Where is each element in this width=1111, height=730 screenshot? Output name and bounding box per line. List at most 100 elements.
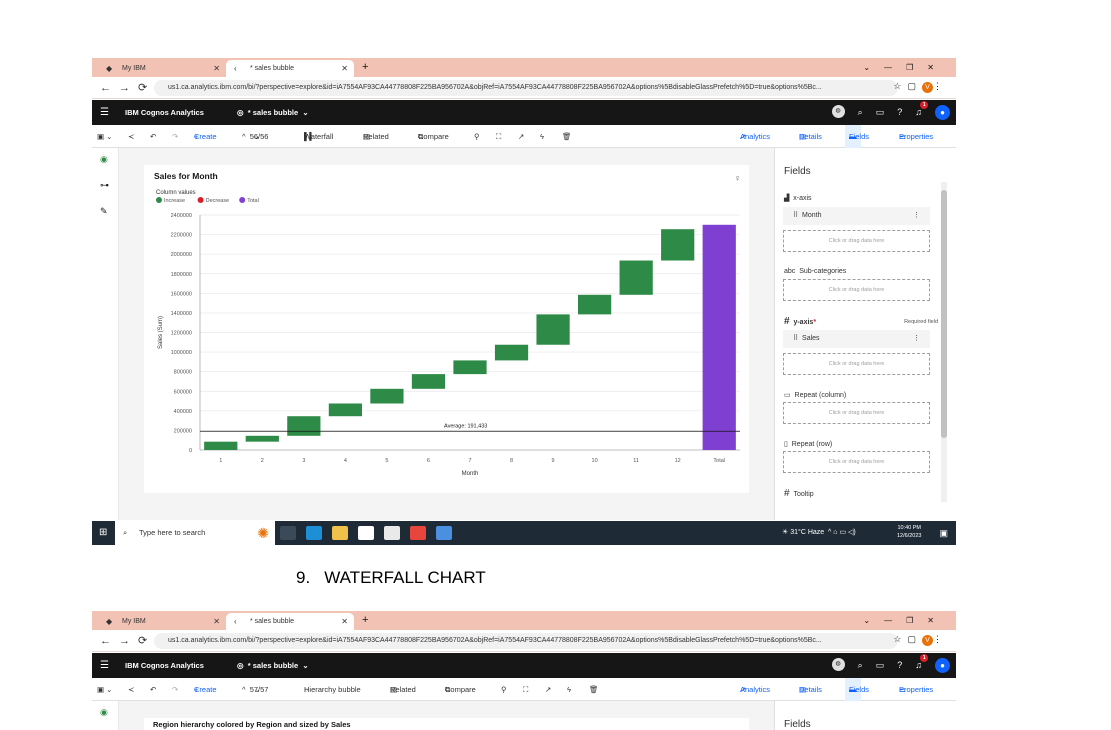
- insight-icon[interactable]: ϟ: [540, 125, 544, 148]
- pin-panel-icon[interactable]: ✎: [100, 206, 108, 217]
- browser-actions[interactable]: ☆▢ V ⋮: [893, 81, 948, 93]
- yaxis-field-pill[interactable]: ⠿ Sales ⋮: [783, 330, 930, 348]
- save-icon[interactable]: ▣ ⌄: [97, 125, 112, 148]
- relationships-icon[interactable]: ⊶: [100, 180, 109, 191]
- help-icon[interactable]: ?: [897, 658, 902, 673]
- compare-button[interactable]: Compare ⧉: [418, 125, 449, 148]
- close-tab-icon[interactable]: ✕: [213, 60, 220, 77]
- page-nav[interactable]: ^ 57/57 ⌄: [242, 678, 268, 701]
- more-options-icon[interactable]: ⋮: [913, 207, 920, 225]
- save-icon[interactable]: ▣ ⌄: [97, 678, 112, 701]
- page-nav[interactable]: ^ 56/56 ⌄: [242, 125, 268, 148]
- required-marker: *: [813, 319, 817, 326]
- new-tab-icon[interactable]: +: [362, 58, 368, 77]
- share-icon[interactable]: ≺: [128, 678, 134, 701]
- related-button[interactable]: Related ▤: [390, 678, 416, 701]
- assistant-icon[interactable]: ◍: [831, 658, 845, 671]
- tab-analytics[interactable]: Analytics ↗: [740, 678, 770, 701]
- profile-avatar[interactable]: V: [922, 82, 933, 93]
- pin-icon[interactable]: ⚲: [501, 678, 507, 701]
- help-icon[interactable]: ?: [897, 105, 902, 120]
- tab-properties[interactable]: Properties ⚌: [899, 125, 933, 148]
- trend-icon[interactable]: ↗: [545, 678, 551, 701]
- delete-icon[interactable]: 🗑: [562, 125, 572, 148]
- insight-icon[interactable]: ϟ: [567, 678, 571, 701]
- task-view-icon[interactable]: [280, 526, 296, 540]
- search-icon[interactable]: ⌕: [858, 658, 863, 673]
- profile-avatar[interactable]: V: [922, 635, 933, 646]
- browser-tab-sales-bubble[interactable]: ‹ * sales bubble ✕: [226, 60, 354, 77]
- browser-tab-myibm[interactable]: ◆ My IBM ✕: [98, 60, 226, 77]
- notifications-icon[interactable]: ♫ 1: [915, 654, 929, 673]
- repeat-row-drop-zone[interactable]: Click or drag data here: [783, 451, 930, 473]
- close-tab-icon[interactable]: ✕: [213, 613, 220, 630]
- tab-details[interactable]: Details ▤: [799, 125, 822, 148]
- data-source-icon[interactable]: ◉: [100, 154, 108, 165]
- browser-actions[interactable]: ☆▢ V ⋮: [893, 634, 948, 646]
- windows-start-icon[interactable]: ⊞: [99, 521, 107, 545]
- create-button[interactable]: Create +: [194, 678, 217, 701]
- expand-icon[interactable]: ⛶: [523, 678, 528, 701]
- scrollbar-thumb[interactable]: [941, 190, 947, 438]
- more-options-icon[interactable]: ⋮: [913, 330, 920, 348]
- chat-icon[interactable]: ▭: [876, 105, 885, 120]
- close-tab-icon[interactable]: ✕: [341, 60, 348, 77]
- store-icon[interactable]: [358, 526, 374, 540]
- user-avatar-icon[interactable]: ●: [935, 658, 950, 673]
- trend-icon[interactable]: ↗: [518, 125, 524, 148]
- create-button[interactable]: Create +: [194, 125, 217, 148]
- system-tray[interactable]: ☀ 31°C Haze ^ ⌂ ▭ ◁): [782, 521, 856, 545]
- browser-tab-sales-bubble[interactable]: ‹ * sales bubble ✕: [226, 613, 354, 630]
- tab-fields[interactable]: Fields ▬: [845, 125, 869, 148]
- tab-fields[interactable]: Fields ▬: [845, 678, 869, 701]
- user-avatar-icon[interactable]: ●: [935, 105, 950, 120]
- file-explorer-icon[interactable]: [332, 526, 348, 540]
- clock[interactable]: 10:40 PM 12/6/2023: [897, 524, 921, 540]
- window-controls[interactable]: ⌄—❐✕: [863, 611, 948, 630]
- viz-type-button[interactable]: Waterfall ▌▍: [304, 125, 333, 148]
- browser-tab-myibm[interactable]: ◆ My IBM ✕: [98, 613, 226, 630]
- menu-icon[interactable]: ☰: [100, 653, 109, 678]
- tab-properties[interactable]: Properties ⚌: [899, 678, 933, 701]
- xaxis-field-pill[interactable]: ⠿ Month ⋮: [783, 207, 930, 225]
- redo-icon[interactable]: ↷: [172, 678, 178, 701]
- pin-icon[interactable]: ⚲: [474, 125, 480, 148]
- url-field[interactable]: us1.ca.analytics.ibm.com/bi/?perspective…: [154, 633, 898, 649]
- tab-analytics[interactable]: Analytics ↗: [740, 125, 770, 148]
- calculator-icon[interactable]: [436, 526, 452, 540]
- viz-type-button[interactable]: Hierarchy bubble ◌: [304, 678, 361, 701]
- chrome-icon[interactable]: [410, 526, 426, 540]
- delete-icon[interactable]: 🗑: [589, 678, 599, 701]
- new-tab-icon[interactable]: +: [362, 611, 368, 630]
- tab-details[interactable]: Details ▤: [799, 678, 822, 701]
- share-icon[interactable]: ≺: [128, 125, 134, 148]
- report-title[interactable]: ◎ * sales bubble ⌄: [237, 100, 309, 125]
- expand-icon[interactable]: ⛶: [496, 125, 501, 148]
- report-title[interactable]: ◎ * sales bubble ⌄: [237, 653, 309, 678]
- undo-icon[interactable]: ↶: [150, 125, 156, 148]
- repeat-column-drop-zone[interactable]: Click or drag data here: [783, 402, 930, 424]
- notifications-icon[interactable]: ♫ 1: [915, 101, 929, 120]
- mail-icon[interactable]: [384, 526, 400, 540]
- url-field[interactable]: us1.ca.analytics.ibm.com/bi/?perspective…: [154, 80, 898, 96]
- compare-button[interactable]: Compare ⧉: [445, 678, 476, 701]
- related-button[interactable]: Related ▤: [363, 125, 389, 148]
- assistant-icon[interactable]: ◍: [831, 105, 845, 118]
- yaxis-drop-zone[interactable]: Click or drag data here: [783, 353, 930, 375]
- data-source-icon[interactable]: ◉: [100, 707, 108, 718]
- action-center-icon[interactable]: ▣: [939, 521, 948, 545]
- taskbar-search[interactable]: ⌕ Type here to search ✺: [115, 521, 275, 545]
- nav-buttons[interactable]: ←→⟳: [100, 81, 155, 95]
- edge-icon[interactable]: [306, 526, 322, 540]
- xaxis-drop-zone[interactable]: Click or drag data here: [783, 230, 930, 252]
- close-tab-icon[interactable]: ✕: [341, 613, 348, 630]
- search-icon[interactable]: ⌕: [858, 105, 863, 120]
- window-controls[interactable]: ⌄—❐✕: [863, 58, 948, 77]
- chat-icon[interactable]: ▭: [876, 658, 885, 673]
- nav-buttons[interactable]: ←→⟳: [100, 634, 155, 648]
- subcategories-drop-zone[interactable]: Click or drag data here: [783, 279, 930, 301]
- menu-icon[interactable]: ☰: [100, 100, 109, 125]
- redo-icon[interactable]: ↷: [172, 125, 178, 148]
- fields-scrollbar[interactable]: [941, 182, 947, 502]
- undo-icon[interactable]: ↶: [150, 678, 156, 701]
